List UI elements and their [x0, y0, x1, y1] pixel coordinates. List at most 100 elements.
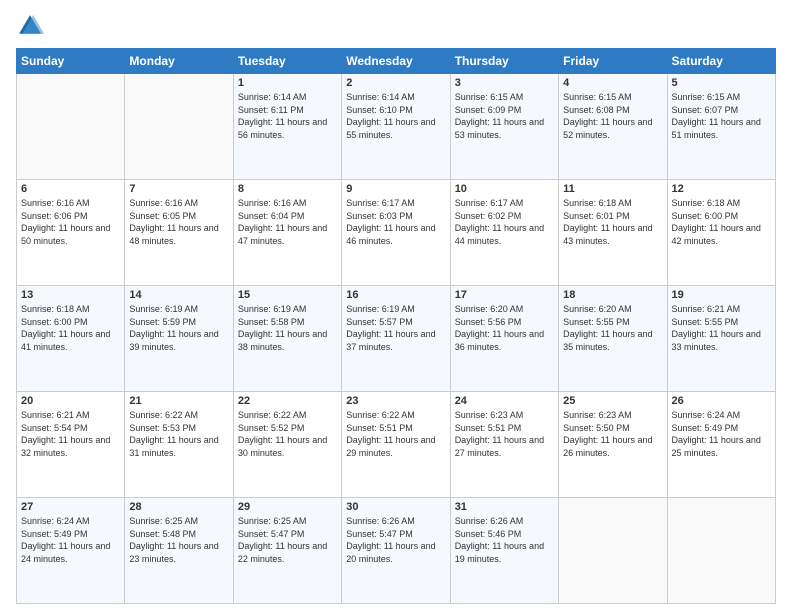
- calendar-cell: 26 Sunrise: 6:24 AM Sunset: 5:49 PM Dayli…: [667, 392, 775, 498]
- page: SundayMondayTuesdayWednesdayThursdayFrid…: [0, 0, 792, 612]
- day-info: Sunrise: 6:16 AM Sunset: 6:05 PM Dayligh…: [129, 197, 228, 247]
- day-number: 7: [129, 183, 228, 195]
- day-info: Sunrise: 6:17 AM Sunset: 6:02 PM Dayligh…: [455, 197, 554, 247]
- day-number: 13: [21, 289, 120, 301]
- day-header-tuesday: Tuesday: [233, 49, 341, 74]
- day-number: 11: [563, 183, 662, 195]
- day-number: 20: [21, 395, 120, 407]
- day-number: 26: [672, 395, 771, 407]
- day-number: 21: [129, 395, 228, 407]
- day-info: Sunrise: 6:26 AM Sunset: 5:46 PM Dayligh…: [455, 515, 554, 565]
- day-info: Sunrise: 6:21 AM Sunset: 5:54 PM Dayligh…: [21, 409, 120, 459]
- day-info: Sunrise: 6:22 AM Sunset: 5:53 PM Dayligh…: [129, 409, 228, 459]
- calendar-cell: 12Sunrise: 6:18 AM Sunset: 6:00 PM Dayli…: [667, 180, 775, 286]
- calendar-week-row: 6 Sunrise: 6:16 AM Sunset: 6:06 PM Daylig…: [17, 180, 776, 286]
- day-info: Sunrise: 6:16 AM Sunset: 6:04 PM Dayligh…: [238, 197, 337, 247]
- calendar-cell: 2 Sunrise: 6:14 AM Sunset: 6:10 PM Daylig…: [342, 74, 450, 180]
- calendar-cell: 25 Sunrise: 6:23 AM Sunset: 5:50 PM Dayli…: [559, 392, 667, 498]
- day-number: 28: [129, 501, 228, 513]
- day-info: Sunrise: 6:20 AM Sunset: 5:56 PM Dayligh…: [455, 303, 554, 353]
- day-number: 3: [455, 77, 554, 89]
- day-number: 10: [455, 183, 554, 195]
- header: [16, 12, 776, 40]
- calendar-cell: 3 Sunrise: 6:15 AM Sunset: 6:09 PM Daylig…: [450, 74, 558, 180]
- calendar-cell: 20 Sunrise: 6:21 AM Sunset: 5:54 PM Dayli…: [17, 392, 125, 498]
- calendar-cell: 17 Sunrise: 6:20 AM Sunset: 5:56 PM Dayli…: [450, 286, 558, 392]
- calendar-cell: 11 Sunrise: 6:18 AM Sunset: 6:01 PM Dayli…: [559, 180, 667, 286]
- day-info: Sunrise: 6:25 AM Sunset: 5:47 PM Dayligh…: [238, 515, 337, 565]
- calendar-cell: 31 Sunrise: 6:26 AM Sunset: 5:46 PM Dayli…: [450, 498, 558, 604]
- day-number: 15: [238, 289, 337, 301]
- day-number: 22: [238, 395, 337, 407]
- calendar-week-row: 20 Sunrise: 6:21 AM Sunset: 5:54 PM Dayli…: [17, 392, 776, 498]
- day-number: 25: [563, 395, 662, 407]
- day-info: Sunrise: 6:24 AM Sunset: 5:49 PM Dayligh…: [21, 515, 120, 565]
- day-number: 16: [346, 289, 445, 301]
- day-number: 14: [129, 289, 228, 301]
- day-number: 19: [672, 289, 771, 301]
- day-info: Sunrise: 6:22 AM Sunset: 5:52 PM Dayligh…: [238, 409, 337, 459]
- calendar-cell: 5Sunrise: 6:15 AM Sunset: 6:07 PM Daylig…: [667, 74, 775, 180]
- day-info: Sunrise: 6:19 AM Sunset: 5:59 PM Dayligh…: [129, 303, 228, 353]
- calendar-cell: 10 Sunrise: 6:17 AM Sunset: 6:02 PM Dayli…: [450, 180, 558, 286]
- day-info: Sunrise: 6:18 AM Sunset: 6:00 PM Dayligh…: [21, 303, 120, 353]
- calendar-cell: 6 Sunrise: 6:16 AM Sunset: 6:06 PM Daylig…: [17, 180, 125, 286]
- calendar-cell: 18 Sunrise: 6:20 AM Sunset: 5:55 PM Dayli…: [559, 286, 667, 392]
- day-header-thursday: Thursday: [450, 49, 558, 74]
- day-number: 23: [346, 395, 445, 407]
- calendar-cell: 19 Sunrise: 6:21 AM Sunset: 5:55 PM Dayli…: [667, 286, 775, 392]
- calendar-header-row: SundayMondayTuesdayWednesdayThursdayFrid…: [17, 49, 776, 74]
- calendar-cell: 13 Sunrise: 6:18 AM Sunset: 6:00 PM Dayli…: [17, 286, 125, 392]
- day-info: Sunrise: 6:18 AM Sunset: 6:00 PM Dayligh…: [672, 197, 771, 247]
- calendar-week-row: 1 Sunrise: 6:14 AM Sunset: 6:11 PM Daylig…: [17, 74, 776, 180]
- day-header-friday: Friday: [559, 49, 667, 74]
- day-info: Sunrise: 6:16 AM Sunset: 6:06 PM Dayligh…: [21, 197, 120, 247]
- day-info: Sunrise: 6:25 AM Sunset: 5:48 PM Dayligh…: [129, 515, 228, 565]
- calendar-cell: 4 Sunrise: 6:15 AM Sunset: 6:08 PM Daylig…: [559, 74, 667, 180]
- calendar-cell: 24 Sunrise: 6:23 AM Sunset: 5:51 PM Dayli…: [450, 392, 558, 498]
- day-number: 5: [672, 77, 771, 89]
- calendar-cell: 22 Sunrise: 6:22 AM Sunset: 5:52 PM Dayli…: [233, 392, 341, 498]
- day-info: Sunrise: 6:23 AM Sunset: 5:50 PM Dayligh…: [563, 409, 662, 459]
- day-number: 18: [563, 289, 662, 301]
- day-number: 6: [21, 183, 120, 195]
- day-number: 31: [455, 501, 554, 513]
- day-info: Sunrise: 6:14 AM Sunset: 6:11 PM Dayligh…: [238, 91, 337, 141]
- calendar-cell: 14 Sunrise: 6:19 AM Sunset: 5:59 PM Dayli…: [125, 286, 233, 392]
- day-info: Sunrise: 6:18 AM Sunset: 6:01 PM Dayligh…: [563, 197, 662, 247]
- calendar-cell: 21 Sunrise: 6:22 AM Sunset: 5:53 PM Dayli…: [125, 392, 233, 498]
- day-info: Sunrise: 6:21 AM Sunset: 5:55 PM Dayligh…: [672, 303, 771, 353]
- day-info: Sunrise: 6:14 AM Sunset: 6:10 PM Dayligh…: [346, 91, 445, 141]
- day-info: Sunrise: 6:19 AM Sunset: 5:57 PM Dayligh…: [346, 303, 445, 353]
- day-info: Sunrise: 6:17 AM Sunset: 6:03 PM Dayligh…: [346, 197, 445, 247]
- calendar-cell: 9 Sunrise: 6:17 AM Sunset: 6:03 PM Daylig…: [342, 180, 450, 286]
- logo: [16, 12, 48, 40]
- calendar-cell: 16 Sunrise: 6:19 AM Sunset: 5:57 PM Dayli…: [342, 286, 450, 392]
- day-info: Sunrise: 6:23 AM Sunset: 5:51 PM Dayligh…: [455, 409, 554, 459]
- day-number: 29: [238, 501, 337, 513]
- day-number: 9: [346, 183, 445, 195]
- day-info: Sunrise: 6:20 AM Sunset: 5:55 PM Dayligh…: [563, 303, 662, 353]
- calendar-cell: 15 Sunrise: 6:19 AM Sunset: 5:58 PM Dayli…: [233, 286, 341, 392]
- calendar-cell: 8Sunrise: 6:16 AM Sunset: 6:04 PM Daylig…: [233, 180, 341, 286]
- day-number: 30: [346, 501, 445, 513]
- day-number: 24: [455, 395, 554, 407]
- calendar-cell: 1 Sunrise: 6:14 AM Sunset: 6:11 PM Daylig…: [233, 74, 341, 180]
- day-header-wednesday: Wednesday: [342, 49, 450, 74]
- day-info: Sunrise: 6:22 AM Sunset: 5:51 PM Dayligh…: [346, 409, 445, 459]
- calendar-cell: 7 Sunrise: 6:16 AM Sunset: 6:05 PM Daylig…: [125, 180, 233, 286]
- calendar-cell: [17, 74, 125, 180]
- calendar-week-row: 27Sunrise: 6:24 AM Sunset: 5:49 PM Dayli…: [17, 498, 776, 604]
- day-info: Sunrise: 6:24 AM Sunset: 5:49 PM Dayligh…: [672, 409, 771, 459]
- day-number: 17: [455, 289, 554, 301]
- day-info: Sunrise: 6:15 AM Sunset: 6:09 PM Dayligh…: [455, 91, 554, 141]
- calendar-cell: 27Sunrise: 6:24 AM Sunset: 5:49 PM Dayli…: [17, 498, 125, 604]
- calendar-week-row: 13 Sunrise: 6:18 AM Sunset: 6:00 PM Dayli…: [17, 286, 776, 392]
- day-number: 1: [238, 77, 337, 89]
- logo-icon: [16, 12, 44, 40]
- day-info: Sunrise: 6:15 AM Sunset: 6:08 PM Dayligh…: [563, 91, 662, 141]
- day-info: Sunrise: 6:19 AM Sunset: 5:58 PM Dayligh…: [238, 303, 337, 353]
- day-number: 2: [346, 77, 445, 89]
- calendar-cell: 23 Sunrise: 6:22 AM Sunset: 5:51 PM Dayli…: [342, 392, 450, 498]
- day-number: 4: [563, 77, 662, 89]
